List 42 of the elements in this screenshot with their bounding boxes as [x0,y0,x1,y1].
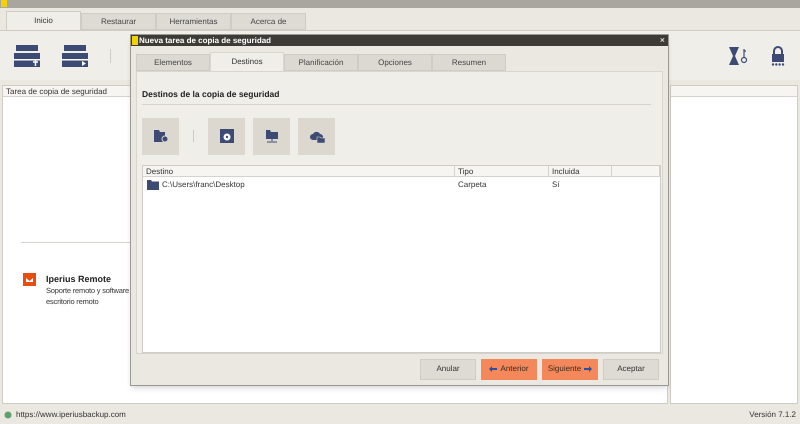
column-header[interactable]: Destino [143,166,455,176]
left-arrow-icon [489,366,498,372]
table-cell: Sí [552,179,560,192]
column-header[interactable]: Tipo [455,166,549,176]
cloud-folder-icon [308,129,325,144]
tab[interactable]: Elementos [136,54,210,71]
remote-logo-icon [23,273,36,286]
tab[interactable]: Destinos [210,52,284,71]
app-logo-icon [132,36,138,45]
version-label: Versión 7.1.2 [749,409,796,421]
tab[interactable]: Inicio [6,11,81,30]
network-folder-icon [264,130,278,143]
column-header[interactable]: Incluida [549,166,612,176]
tab[interactable]: Planificación [284,54,358,71]
tab[interactable]: Herramientas [156,13,231,30]
website-url[interactable]: https://www.iperiusbackup.com [16,409,126,421]
add-ftp-button[interactable] [253,118,290,155]
section-heading: Destinos de la copia de seguridad [142,88,651,105]
archive-play-icon[interactable] [62,44,88,66]
dialog-button[interactable]: Anterior [481,358,537,380]
close-button[interactable]: × [656,35,668,46]
tab[interactable]: Opciones [358,54,432,71]
right-arrow-icon [584,366,592,372]
table-cell: C:\Users\franc\Desktop [162,179,245,192]
tab[interactable]: Restaurar [81,13,156,30]
tab[interactable]: Acerca de [231,13,306,30]
dialog-button[interactable]: Aceptar [603,358,659,380]
promo-title: Iperius Remote [46,273,112,285]
add-folder-button[interactable] [142,118,179,155]
tab[interactable]: Resumen [432,54,506,71]
folder-add-icon [154,130,168,142]
add-disk-button[interactable] [208,118,245,155]
dialog-button[interactable]: Anular [420,358,476,380]
lock-icon[interactable] [770,46,786,66]
table-cell: Carpeta [458,179,486,192]
app-logo-icon [1,0,7,7]
dialog-title: Nueva tarea de copia de seguridad [139,35,272,46]
folder-icon [147,180,159,190]
dialog-button[interactable]: Siguiente [542,358,598,380]
add-cloud-button[interactable] [298,118,335,155]
hourglass-key-icon[interactable] [728,46,748,66]
archive-add-icon[interactable] [14,44,40,66]
